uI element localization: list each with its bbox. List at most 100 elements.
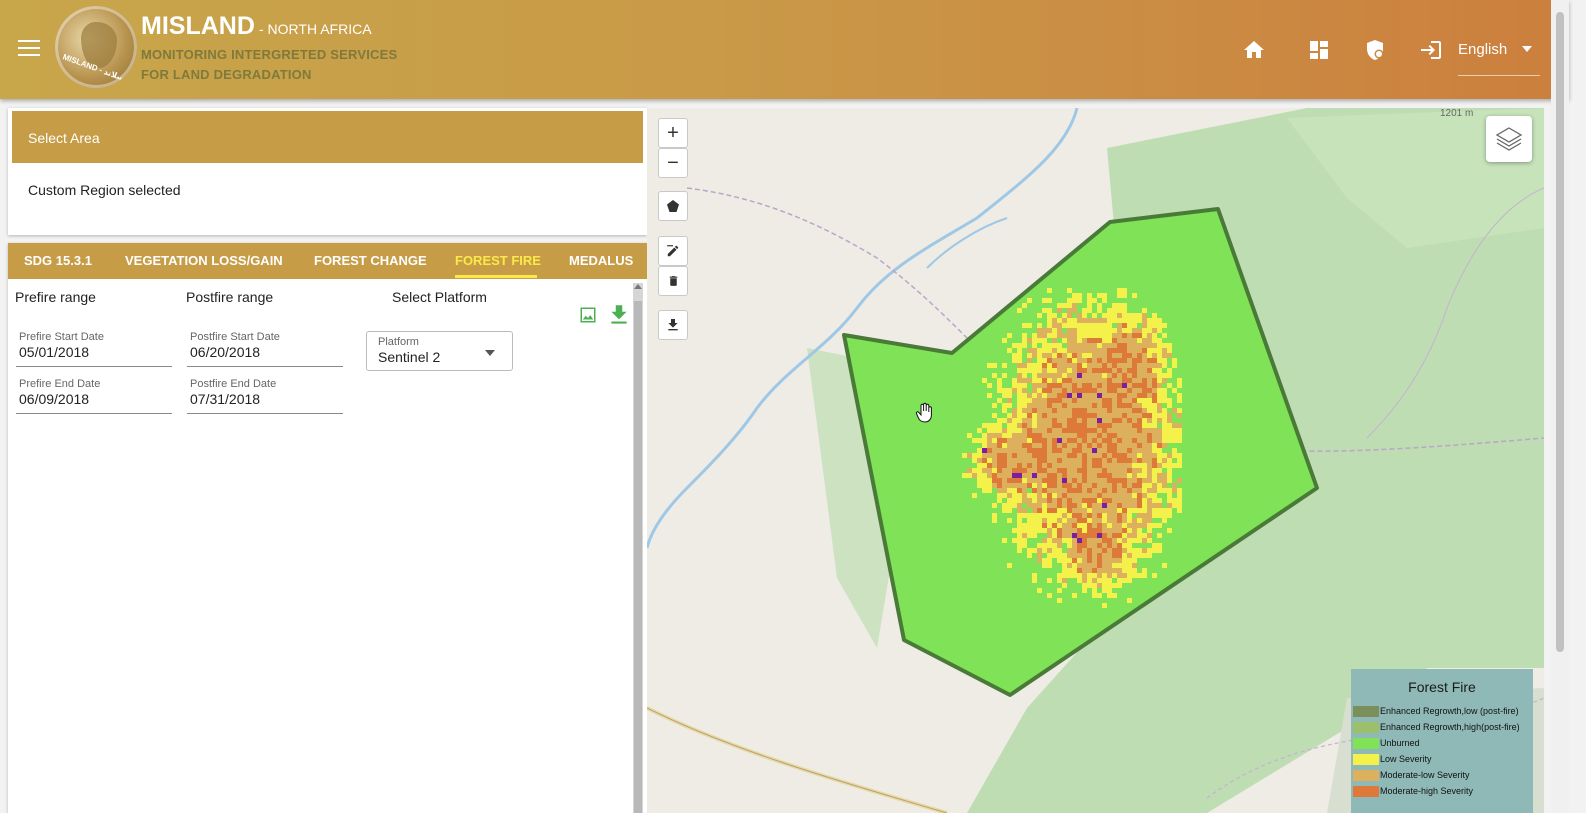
chevron-down-icon[interactable]: [485, 350, 495, 356]
burn-pixel: [1022, 403, 1027, 408]
login-icon[interactable]: [1418, 38, 1444, 62]
burn-pixel: [1107, 328, 1112, 333]
burn-pixel: [1112, 583, 1117, 588]
burn-pixel: [1092, 403, 1097, 408]
burn-pixel: [1017, 343, 1022, 348]
burn-pixel: [1112, 418, 1117, 423]
burn-pixel: [1092, 393, 1097, 398]
zoom-out-button[interactable]: −: [658, 148, 688, 178]
tab-sdg[interactable]: SDG 15.3.1: [24, 253, 92, 268]
burn-pixel: [1122, 343, 1127, 348]
burn-pixel: [1052, 403, 1057, 408]
burn-pixel: [1047, 428, 1052, 433]
platform-select[interactable]: Platform Sentinel 2: [366, 331, 513, 371]
download-icon[interactable]: [606, 302, 632, 328]
tab-forest-fire[interactable]: FOREST FIRE: [455, 253, 541, 268]
burn-pixel: [1122, 308, 1127, 313]
burn-pixel: [1157, 513, 1162, 518]
burn-pixel: [1137, 338, 1142, 343]
burn-pixel: [1092, 468, 1097, 473]
postfire-end-value[interactable]: 07/31/2018: [190, 391, 260, 407]
burn-pixel: [1147, 383, 1152, 388]
download-map-button[interactable]: [658, 310, 688, 340]
burn-pixel: [992, 458, 997, 463]
tab-vegetation-loss-gain[interactable]: VEGETATION LOSS/GAIN: [125, 253, 283, 268]
burn-pixel: [1097, 553, 1102, 558]
burn-pixel: [1127, 413, 1132, 418]
delete-layers-button[interactable]: [658, 266, 688, 296]
burn-pixel: [1122, 408, 1127, 413]
layers-switcher-button[interactable]: [1486, 116, 1532, 162]
burn-pixel: [1112, 548, 1117, 553]
postfire-start-date-field[interactable]: Postfire Start Date 06/20/2018: [187, 331, 343, 367]
burn-pixel: [1032, 423, 1037, 428]
burn-pixel: [1167, 423, 1172, 428]
burn-pixel: [1127, 563, 1132, 568]
burn-pixel: [1082, 378, 1087, 383]
chevron-down-icon[interactable]: [1522, 46, 1532, 52]
burn-pixel: [1107, 528, 1112, 533]
burn-pixel: [1142, 368, 1147, 373]
burn-pixel: [1157, 483, 1162, 488]
panel-scrollbar[interactable]: [633, 283, 643, 813]
burn-pixel: [1012, 493, 1017, 498]
postfire-end-date-field[interactable]: Postfire End Date 07/31/2018: [187, 378, 343, 414]
burn-pixel: [1132, 323, 1137, 328]
burn-pixel: [992, 463, 997, 468]
edit-layers-button[interactable]: [658, 236, 688, 266]
legend-label: Unburned: [1380, 738, 1420, 748]
dashboard-icon[interactable]: [1307, 38, 1331, 62]
language-select[interactable]: English: [1458, 41, 1507, 58]
burn-pixel: [1097, 403, 1102, 408]
burn-pixel: [1102, 483, 1107, 488]
zoom-in-button[interactable]: +: [658, 118, 688, 148]
scroll-up-icon[interactable]: [634, 284, 642, 289]
page-scrollbar-thumb[interactable]: [1556, 12, 1564, 652]
menu-icon[interactable]: [18, 40, 40, 58]
burn-pixel: [1102, 333, 1107, 338]
burn-pixel: [1062, 403, 1067, 408]
burn-pixel: [1072, 458, 1077, 463]
misland-logo[interactable]: MISLAND - مسلاند: [55, 6, 137, 88]
burn-pixel: [1017, 433, 1022, 438]
burn-pixel: [1132, 388, 1137, 393]
map-view[interactable]: 1201 m + − Forest Fire Enhanced Regrowth…: [647, 108, 1544, 813]
select-area-header[interactable]: Select Area: [12, 111, 643, 163]
burn-pixel: [1157, 393, 1162, 398]
burn-pixel: [1062, 538, 1067, 543]
image-icon[interactable]: [579, 306, 597, 324]
burn-pixel: [1142, 308, 1147, 313]
burn-pixel: [1082, 468, 1087, 473]
burn-pixel: [997, 428, 1002, 433]
burn-pixel: [1082, 533, 1087, 538]
burn-pixel: [1177, 378, 1182, 383]
postfire-start-value[interactable]: 06/20/2018: [190, 344, 260, 360]
draw-polygon-button[interactable]: [658, 191, 688, 221]
scrollbar-thumb[interactable]: [634, 301, 642, 813]
prefire-end-value[interactable]: 06/09/2018: [19, 391, 89, 407]
burn-pixel: [1117, 433, 1122, 438]
burn-pixel: [1122, 293, 1127, 298]
burn-pixel: [1072, 483, 1077, 488]
tab-medalus[interactable]: MEDALUS: [569, 253, 633, 268]
home-icon[interactable]: [1242, 38, 1266, 62]
tab-forest-change[interactable]: FOREST CHANGE: [314, 253, 427, 268]
burn-pixel: [1032, 333, 1037, 338]
burn-pixel: [1152, 343, 1157, 348]
burn-pixel: [1062, 348, 1067, 353]
burn-pixel: [1172, 363, 1177, 368]
prefire-start-date-field[interactable]: Prefire Start Date 05/01/2018: [16, 331, 172, 367]
security-icon[interactable]: [1363, 38, 1387, 62]
prefire-start-value[interactable]: 05/01/2018: [19, 344, 89, 360]
burn-pixel: [1142, 478, 1147, 483]
burn-pixel: [1152, 548, 1157, 553]
burn-pixel: [1092, 333, 1097, 338]
burn-pixel: [1142, 468, 1147, 473]
burn-pixel: [1032, 403, 1037, 408]
burn-pixel: [1102, 338, 1107, 343]
page-scrollbar[interactable]: [1551, 0, 1569, 813]
prefire-end-date-field[interactable]: Prefire End Date 06/09/2018: [16, 378, 172, 414]
burn-pixel: [1062, 488, 1067, 493]
burn-pixel: [1117, 523, 1122, 528]
burn-pixel: [1062, 553, 1067, 558]
